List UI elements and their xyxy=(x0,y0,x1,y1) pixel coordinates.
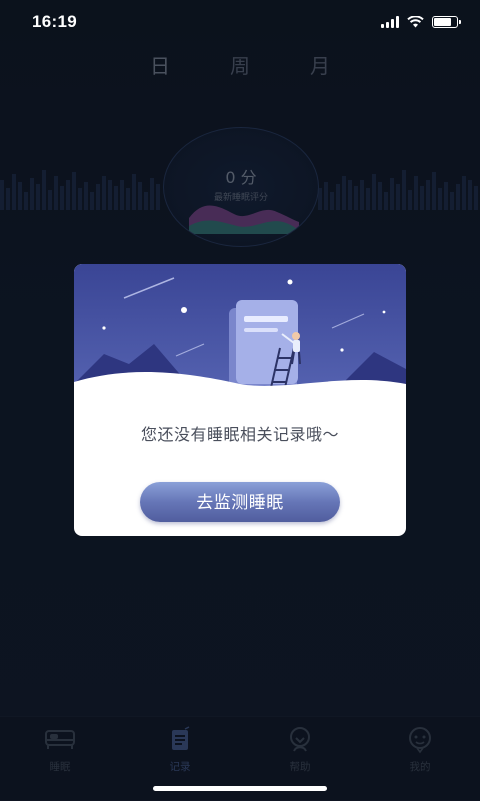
cellular-signal-icon xyxy=(381,16,399,28)
wifi-icon xyxy=(407,16,424,28)
empty-record-dialog: 您还没有睡眠相关记录哦～ 去监测睡眠 xyxy=(74,264,406,536)
battery-icon xyxy=(432,16,461,28)
status-indicators xyxy=(381,16,461,28)
status-bar: 16:19 xyxy=(0,0,480,44)
empty-state-illustration xyxy=(74,264,406,409)
empty-record-message: 您还没有睡眠相关记录哦～ xyxy=(140,425,339,444)
start-monitoring-button[interactable]: 去监测睡眠 xyxy=(140,482,340,522)
status-time: 16:19 xyxy=(32,12,77,31)
home-indicator[interactable] xyxy=(153,786,327,791)
